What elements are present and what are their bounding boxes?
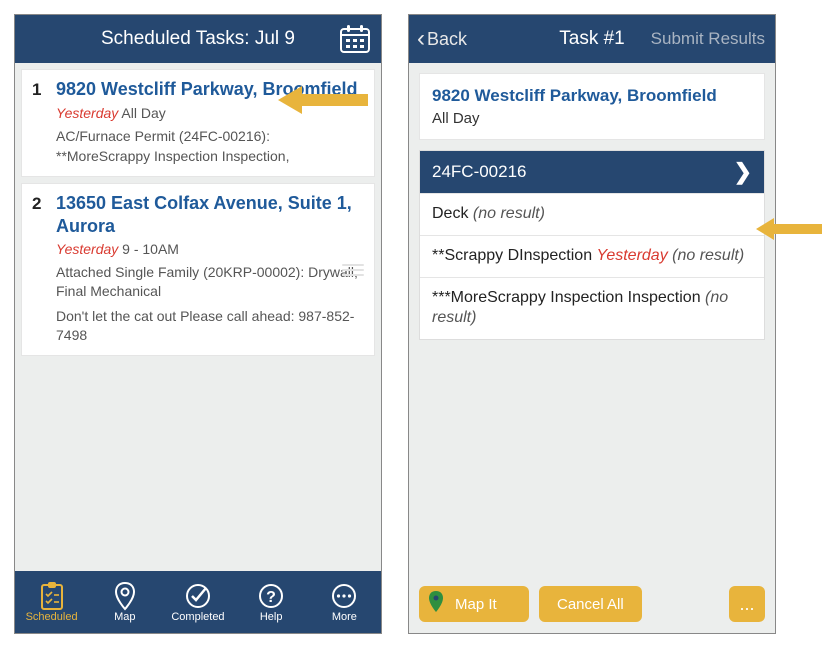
task-schedule: Yesterday All Day	[56, 105, 364, 121]
task-number: 2	[32, 192, 56, 345]
task-desc-line1: Attached Single Family (20KRP-00002): Dr…	[56, 263, 364, 301]
svg-text:?: ?	[266, 589, 276, 606]
submit-results-button[interactable]: Submit Results	[651, 15, 765, 63]
detail-header-card: 9820 Westcliff Parkway, Broomfield All D…	[419, 73, 765, 140]
tab-label: Scheduled	[26, 611, 78, 623]
detail-schedule: All Day	[432, 110, 752, 127]
task-card[interactable]: 2 13650 East Colfax Avenue, Suite 1, Aur…	[21, 183, 375, 356]
yesterday-label: Yesterday	[56, 241, 118, 257]
chevron-left-icon: ‹	[417, 27, 425, 51]
more-label: ...	[739, 594, 754, 615]
calendar-icon[interactable]	[339, 15, 371, 63]
tab-label: Map	[114, 611, 135, 623]
submit-label: Submit Results	[651, 29, 765, 49]
detail-address: 9820 Westcliff Parkway, Broomfield	[432, 86, 752, 106]
tab-more[interactable]: More	[314, 581, 374, 623]
phone-scheduled-list: Scheduled Tasks: Jul 9 1 9820 Westcliff …	[14, 14, 382, 634]
map-pin-icon	[427, 590, 445, 618]
chevron-right-icon: ❯	[734, 161, 752, 183]
clipboard-icon	[39, 581, 65, 611]
map-it-label: Map It	[455, 596, 497, 613]
back-label: Back	[427, 29, 467, 50]
cancel-all-button[interactable]: Cancel All	[539, 586, 642, 622]
tab-completed[interactable]: Completed	[168, 581, 228, 623]
inspection-label: **Scrappy DInspection	[432, 247, 597, 264]
more-icon	[330, 581, 358, 611]
task-schedule: Yesterday 9 - 10AM	[56, 241, 364, 257]
task-desc-line2: Don't let the cat out Please call ahead:…	[56, 307, 364, 345]
tab-help[interactable]: ? Help	[241, 581, 301, 623]
map-it-button[interactable]: Map It	[419, 586, 529, 622]
back-button[interactable]: ‹ Back	[417, 15, 467, 63]
detail-content: 9820 Westcliff Parkway, Broomfield All D…	[409, 63, 775, 575]
task-address: 13650 East Colfax Avenue, Suite 1, Auror…	[56, 192, 364, 237]
page-title: Task #1	[559, 28, 624, 50]
more-actions-button[interactable]: ...	[729, 586, 765, 622]
permit-header[interactable]: 24FC-00216 ❯	[420, 151, 764, 193]
no-result-label: (no result)	[668, 247, 744, 264]
titlebar: ‹ Back Task #1 Submit Results	[409, 15, 775, 63]
inspection-row[interactable]: **Scrappy DInspection Yesterday (no resu…	[420, 235, 764, 277]
task-desc-line2: **MoreScrappy Inspection Inspection,	[56, 147, 364, 166]
task-list: 1 9820 Westcliff Parkway, Broomfield Yes…	[15, 63, 381, 571]
task-desc-line1: AC/Furnace Permit (24FC-00216):	[56, 127, 364, 146]
permit-number: 24FC-00216	[432, 162, 527, 182]
task-card[interactable]: 1 9820 Westcliff Parkway, Broomfield Yes…	[21, 69, 375, 177]
tab-scheduled[interactable]: Scheduled	[22, 581, 82, 623]
yesterday-label: Yesterday	[56, 105, 118, 121]
permit-section: 24FC-00216 ❯ Deck (no result) **Scrappy …	[419, 150, 765, 340]
tab-label: Help	[260, 611, 283, 623]
tab-map[interactable]: Map	[95, 581, 155, 623]
yesterday-label: Yesterday	[597, 247, 668, 264]
inspection-row[interactable]: ***MoreScrappy Inspection Inspection (no…	[420, 277, 764, 340]
no-result-label: (no result)	[473, 205, 545, 222]
inspection-label: Deck	[432, 205, 473, 222]
bottom-tab-bar: Scheduled Map Completed	[15, 571, 381, 633]
page-title: Scheduled Tasks: Jul 9	[101, 28, 295, 50]
task-number: 1	[32, 78, 56, 166]
cancel-all-label: Cancel All	[557, 596, 624, 613]
time-label: 9 - 10AM	[118, 241, 179, 257]
time-label: All Day	[118, 105, 165, 121]
action-bar: Map It Cancel All ...	[409, 575, 775, 633]
phone-task-detail: ‹ Back Task #1 Submit Results 9820 Westc…	[408, 14, 776, 634]
titlebar: Scheduled Tasks: Jul 9	[15, 15, 381, 63]
inspection-label: ***MoreScrappy Inspection Inspection	[432, 289, 705, 306]
check-circle-icon	[184, 581, 212, 611]
inspection-row[interactable]: Deck (no result)	[420, 193, 764, 235]
tab-label: Completed	[171, 611, 224, 623]
task-address: 9820 Westcliff Parkway, Broomfield	[56, 78, 364, 101]
help-icon: ?	[257, 581, 285, 611]
tab-label: More	[332, 611, 357, 623]
drag-handle-icon[interactable]	[342, 261, 364, 279]
map-pin-icon	[113, 581, 137, 611]
